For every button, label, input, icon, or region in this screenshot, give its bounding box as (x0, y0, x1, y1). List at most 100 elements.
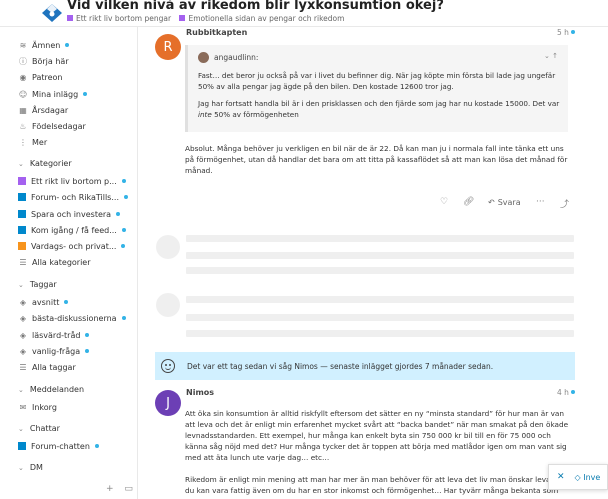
topic-title[interactable]: Vid vilken nivå av rikedom blir lyxkonsu… (67, 0, 444, 13)
skeleton-line (186, 330, 574, 337)
section-heading: Chattar (29, 424, 60, 433)
sidebar-item-patreon[interactable]: ◉ Patreon (18, 69, 63, 85)
sidebar-section-tags[interactable]: ⌄ Taggar (18, 280, 57, 289)
unread-dot (121, 244, 126, 248)
sidebar-item-all-tags[interactable]: ☰ Alla taggar (18, 359, 75, 375)
sidebar-item-my-posts[interactable]: ☺ Mina inlägg (18, 86, 88, 102)
sidebar-tag-item[interactable]: ◈ läsvärd-tråd (18, 327, 90, 343)
section-heading: DM (29, 463, 43, 472)
sidebar-category-item[interactable]: Spara och investera (18, 206, 121, 222)
category-badge[interactable]: Emotionella sidan av pengar och rikedom (179, 14, 344, 23)
sidebar-item-start-here[interactable]: ⓘ Börja här (18, 53, 69, 69)
sidebar-tag-item[interactable]: ◈ bästa-diskussionerna (18, 310, 126, 326)
sidebar-category-item[interactable]: Vardags- och privat... (18, 238, 126, 254)
topic-stream: R Rubbitkapten 5 h angaudlinn: ⌄ ↑ Fast…… (139, 27, 608, 499)
topic-categories: Ett rikt liv bortom pengar Emotionella s… (67, 14, 350, 23)
sidebar-section-messages[interactable]: ⌄ Meddelanden (18, 385, 84, 394)
quote-avatar[interactable] (198, 52, 209, 63)
quote-paragraph: Jag har fortsatt handla bil är i den pri… (198, 98, 562, 120)
quote-author[interactable]: angaudlinn: (214, 53, 258, 62)
info-icon: ⓘ (19, 56, 27, 66)
sidebar-chat-channel[interactable]: Forum-chatten (18, 438, 99, 454)
user-icon: ☺ (18, 89, 28, 99)
calendar-icon: ▦ (19, 105, 27, 115)
post-time[interactable]: 5 h (557, 28, 575, 37)
reply-label: Svara (497, 198, 521, 207)
sidebar-footer-controls: + ▭ (106, 484, 133, 494)
sidebar-item-anniversaries[interactable]: ▦ Årsdagar (18, 102, 68, 118)
link-icon[interactable]: 🔗︎ (463, 197, 474, 207)
channel-color-icon (18, 442, 26, 450)
unread-dot (570, 390, 575, 394)
section-heading: Taggar (29, 280, 57, 289)
sidebar-item-topics[interactable]: ≋ Ämnen (18, 37, 70, 53)
tag-icon: ◈ (19, 330, 27, 340)
site-logo-icon[interactable] (40, 1, 64, 23)
unread-dot (123, 195, 128, 199)
post-time[interactable]: 4 h (557, 388, 575, 397)
sidebar-item-label: Ett rikt liv bortom p... (31, 176, 117, 186)
sidebar-section-dm[interactable]: ⌄ DM (18, 463, 43, 472)
unread-dot (570, 30, 575, 34)
sidebar-section-categories[interactable]: ⌄ Kategorier (18, 159, 72, 168)
avatar[interactable]: J (155, 390, 181, 416)
reply-button[interactable]: ↶ Svara (488, 198, 521, 207)
sidebar-category-item[interactable]: Forum- och RikaTills... (18, 189, 128, 205)
arrow-up-icon[interactable]: ↑ (552, 52, 558, 60)
tag-icon: ◇ (574, 472, 581, 482)
sidebar-item-label: Spara och investera (31, 209, 112, 219)
section-heading: Meddelanden (29, 385, 85, 394)
unread-dot (121, 179, 126, 183)
more-icon: ⋮ (19, 137, 27, 147)
unread-dot (94, 444, 99, 448)
sidebar-item-label: Årsdagar (32, 105, 69, 115)
section-heading: Kategorier (29, 159, 72, 168)
chevron-down-icon: ⌄ (18, 424, 24, 433)
notice-text: Det var ett tag sedan vi såg Nimos — sen… (187, 361, 494, 371)
tag-icon: ◈ (19, 297, 27, 307)
category-color-icon (179, 15, 186, 21)
category-color-icon (18, 242, 26, 250)
sidebar-item-label: Patreon (32, 72, 63, 82)
sidebar-item-label: Forum- och RikaTills... (31, 192, 119, 202)
heart-icon[interactable]: ♡ (440, 197, 448, 207)
avatar[interactable]: R (155, 34, 181, 60)
sidebar-tag-item[interactable]: ◈ vanlig-fråga (18, 343, 90, 359)
skeleton-avatar (156, 293, 180, 317)
post-body: Absolut. Många behöver ju verkligen en b… (185, 144, 568, 175)
more-icon[interactable]: ··· (536, 197, 545, 207)
sidebar-item-all-categories[interactable]: ☰ Alla kategorier (18, 254, 90, 270)
sidebar-category-item[interactable]: Ett rikt liv bortom p... (18, 173, 126, 189)
unread-dot (64, 300, 69, 304)
quote-text: Jag har fortsatt handla bil är i den pri… (198, 99, 560, 108)
sidebar-item-label: Vardags- och privat... (31, 241, 117, 251)
category-badge[interactable]: Ett rikt liv bortom pengar (67, 14, 171, 23)
plus-icon[interactable]: + (106, 484, 114, 494)
sidebar-category-item[interactable]: Kom igång / få feed... (18, 222, 126, 238)
sidebar-item-label: Födelsedagar (32, 121, 86, 131)
category-color-icon (67, 15, 73, 21)
keyboard-icon[interactable]: ▭ (124, 484, 133, 494)
sidebar-section-chats[interactable]: ⌄ Chattar (18, 424, 60, 433)
sidebar-item-inbox[interactable]: ✉ Inkorg (18, 399, 57, 415)
skeleton-avatar (156, 235, 180, 259)
chevron-down-icon: ⌄ (18, 463, 24, 472)
sidebar-item-label: bästa-diskussionerna (32, 313, 117, 323)
sidebar-item-label: Mina inlägg (32, 89, 79, 99)
sidebar-item-more[interactable]: ⋮ Mer (18, 134, 47, 150)
chevron-down-icon[interactable]: ⌄ (544, 52, 550, 60)
post-author[interactable]: Nimos (186, 388, 214, 397)
unread-dot (85, 333, 90, 337)
invite-button[interactable]: ◇ Inve (575, 473, 601, 482)
sidebar-tag-item[interactable]: ◈ avsnitt (18, 294, 69, 310)
quote-text: 50% av förmögenheten (211, 110, 299, 119)
sidebar-item-label: avsnitt (32, 297, 60, 307)
category-label: Ett rikt liv bortom pengar (76, 14, 172, 23)
share-icon[interactable]: ⤴ (560, 197, 569, 210)
sidebar-item-birthdays[interactable]: ♨ Födelsedagar (18, 118, 86, 134)
unread-dot (65, 43, 70, 47)
inbox-icon: ✉ (19, 402, 27, 412)
close-icon[interactable]: ✕ (557, 472, 565, 482)
post-author[interactable]: Rubbitkapten (186, 28, 247, 37)
unread-dot (121, 316, 126, 320)
